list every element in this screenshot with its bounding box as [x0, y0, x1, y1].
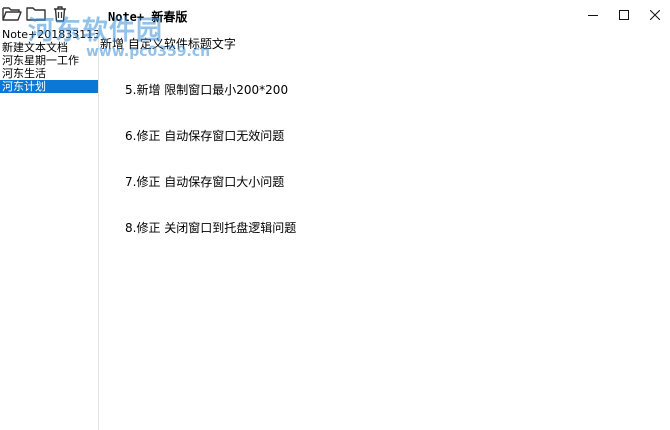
- minimize-icon: [587, 15, 598, 16]
- window-controls: [577, 0, 670, 30]
- maximize-button[interactable]: [608, 0, 639, 30]
- note-line: 6.修正 自动保存窗口无效问题: [125, 129, 285, 143]
- open-folder-icon: [2, 7, 22, 21]
- note-list-item[interactable]: 河东生活: [0, 67, 98, 80]
- note-list: Note+2018331132 新建文本文档 河东星期一工作 河东生活 河东计划: [0, 28, 99, 430]
- note-line: 7.修正 自动保存窗口大小问题: [125, 175, 285, 189]
- note-line: 8.修正 关闭窗口到托盘逻辑问题: [125, 221, 297, 235]
- delete-button[interactable]: [48, 2, 72, 26]
- note-list-item[interactable]: Note+2018331132: [0, 28, 98, 41]
- note-list-item[interactable]: 新建文本文档: [0, 41, 98, 54]
- note-list-item[interactable]: 河东星期一工作: [0, 54, 98, 67]
- minimize-button[interactable]: [577, 0, 608, 30]
- note-line: 5.新增 限制窗口最小200*200: [125, 83, 289, 97]
- app-title: Note+ 新春版: [108, 10, 188, 24]
- close-icon: [649, 10, 660, 20]
- note-list-item-selected[interactable]: 河东计划: [0, 80, 98, 93]
- toolbar: [0, 2, 72, 26]
- note-line: 新增 自定义软件标题文字: [100, 37, 236, 51]
- trash-icon: [54, 6, 66, 22]
- title-bar: Note+ 新春版: [0, 0, 670, 30]
- folder-button[interactable]: [24, 2, 48, 26]
- open-folder-button[interactable]: [0, 2, 24, 26]
- folder-icon: [26, 7, 46, 21]
- note-editor[interactable]: 新增 自定义软件标题文字 5.新增 限制窗口最小200*200 6.修正 自动保…: [100, 30, 670, 430]
- close-button[interactable]: [639, 0, 670, 30]
- maximize-icon: [618, 10, 629, 20]
